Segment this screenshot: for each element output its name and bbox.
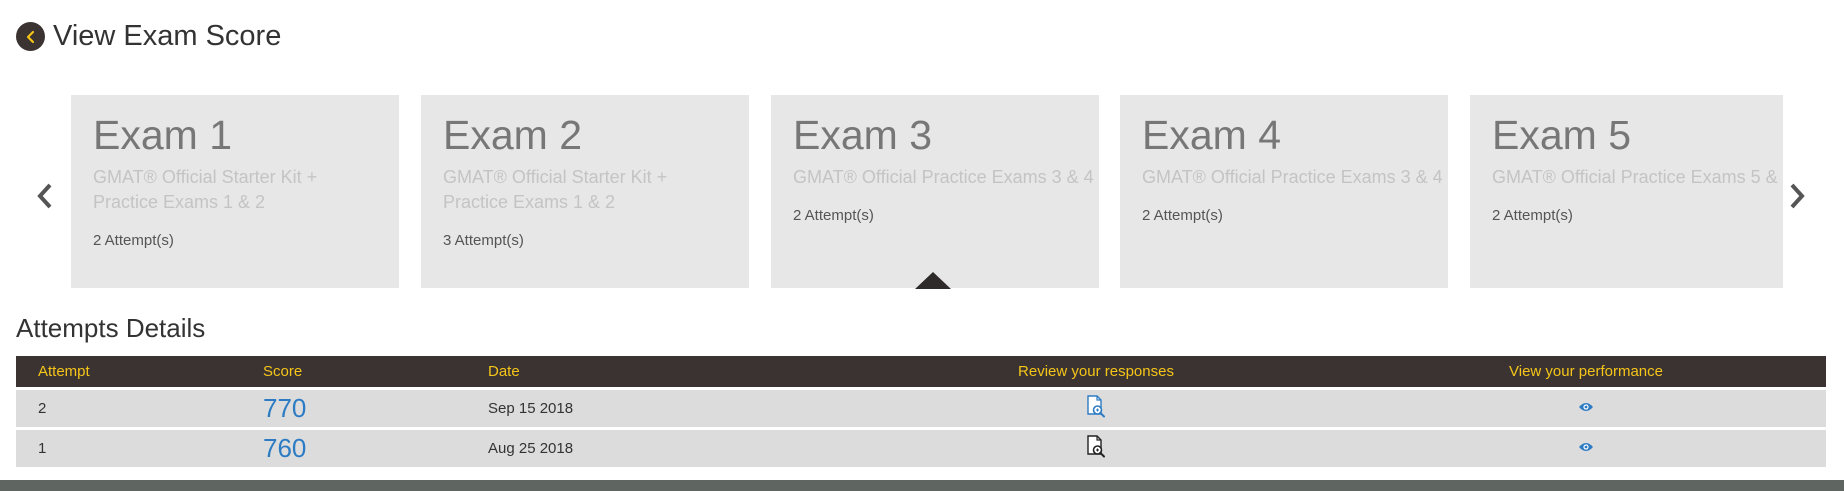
score-link[interactable]: 770	[263, 393, 306, 423]
exam-card-attempts: 2 Attempt(s)	[1142, 207, 1223, 224]
score-cell: 770	[241, 387, 466, 427]
column-header-date: Date	[488, 363, 520, 380]
column-header-attempt: Attempt	[38, 363, 90, 380]
column-header-performance: View your performance	[1509, 363, 1663, 380]
review-cell	[846, 387, 1346, 427]
document-search-icon[interactable]	[1086, 434, 1106, 463]
table-row: 1 760 Aug 25 2018	[16, 427, 1826, 467]
exam-card-title: Exam 4	[1142, 112, 1281, 158]
exam-card-subtitle: GMAT® Official Practice Exams 3 & 4	[1142, 167, 1443, 187]
eye-icon[interactable]	[1578, 400, 1594, 417]
chevron-left-icon	[37, 183, 52, 209]
eye-icon[interactable]	[1578, 440, 1594, 457]
selected-card-indicator	[915, 272, 951, 289]
column-header-review: Review your responses	[1018, 363, 1174, 380]
exam-card-attempts: 2 Attempt(s)	[793, 207, 874, 224]
exam-card-4[interactable]: Exam 4 GMAT® Official Practice Exams 3 &…	[1120, 95, 1448, 288]
chevron-left-icon	[26, 30, 34, 43]
exam-card-attempts: 2 Attempt(s)	[1492, 207, 1573, 224]
exam-card-subtitle: GMAT® Official Practice Exams 5 & 6	[1492, 167, 1783, 187]
date-cell: Aug 25 2018	[466, 427, 846, 467]
exam-card-5[interactable]: Exam 5 GMAT® Official Practice Exams 5 &…	[1470, 95, 1783, 288]
exam-card-subtitle: GMAT® Official Starter Kit + Practice Ex…	[93, 167, 318, 212]
page-header: View Exam Score	[16, 20, 281, 53]
review-cell	[846, 427, 1346, 467]
table-row: 2 770 Sep 15 2018	[16, 387, 1826, 427]
carousel-next-button[interactable]	[1782, 176, 1812, 216]
attempt-cell: 2	[16, 387, 241, 427]
exam-score-page: View Exam Score Exam 1 GMAT® Official St…	[0, 0, 1844, 491]
footer-bar	[0, 480, 1844, 491]
exam-card-title: Exam 3	[793, 112, 932, 158]
performance-cell	[1346, 427, 1826, 467]
score-link[interactable]: 760	[263, 433, 306, 463]
document-search-icon[interactable]	[1086, 394, 1106, 423]
carousel-prev-button[interactable]	[30, 176, 60, 216]
column-header-score: Score	[263, 363, 303, 380]
date-cell: Sep 15 2018	[466, 387, 846, 427]
exam-card-attempts: 2 Attempt(s)	[93, 232, 174, 249]
table-header-row: Attempt Score Date Review your responses…	[16, 356, 1826, 387]
exam-card-subtitle: GMAT® Official Practice Exams 3 & 4	[793, 167, 1094, 187]
exam-card-attempts: 3 Attempt(s)	[443, 232, 524, 249]
exam-card-title: Exam 5	[1492, 112, 1631, 158]
performance-cell	[1346, 387, 1826, 427]
attempt-cell: 1	[16, 427, 241, 467]
attempts-details-heading: Attempts Details	[16, 313, 206, 343]
attempts-table: Attempt Score Date Review your responses…	[16, 356, 1826, 467]
exam-card-title: Exam 1	[93, 112, 232, 158]
exam-cards-track: Exam 1 GMAT® Official Starter Kit + Prac…	[71, 95, 1783, 288]
exam-card-subtitle: GMAT® Official Starter Kit + Practice Ex…	[443, 167, 668, 212]
score-cell: 760	[241, 427, 466, 467]
exam-carousel: Exam 1 GMAT® Official Starter Kit + Prac…	[71, 95, 1783, 288]
chevron-right-icon	[1790, 183, 1805, 209]
exam-card-3[interactable]: Exam 3 GMAT® Official Practice Exams 3 &…	[771, 95, 1099, 288]
back-button[interactable]	[16, 22, 45, 51]
exam-card-2[interactable]: Exam 2 GMAT® Official Starter Kit + Prac…	[421, 95, 749, 288]
exam-card-title: Exam 2	[443, 112, 582, 158]
exam-card-1[interactable]: Exam 1 GMAT® Official Starter Kit + Prac…	[71, 95, 399, 288]
page-title: View Exam Score	[53, 20, 282, 52]
